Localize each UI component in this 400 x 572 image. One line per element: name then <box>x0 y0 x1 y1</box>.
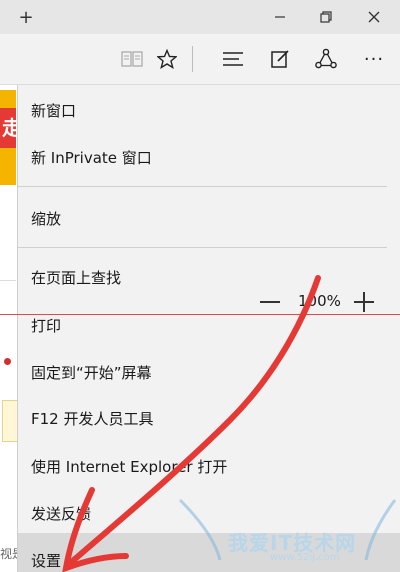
watermark-url: www.52ij.com <box>270 552 340 563</box>
hub-button[interactable] <box>213 34 253 84</box>
restore-button[interactable] <box>306 0 346 34</box>
toolbar: ··· <box>0 34 400 85</box>
reading-view-icon <box>121 51 143 67</box>
web-note-button[interactable] <box>260 34 300 84</box>
more-button[interactable]: ··· <box>354 34 394 84</box>
toolbar-divider <box>192 46 193 72</box>
new-tab-button[interactable]: + <box>6 0 46 34</box>
restore-icon <box>320 11 332 23</box>
favorite-star-icon <box>157 49 177 69</box>
more-icon: ··· <box>363 48 385 70</box>
close-button[interactable] <box>354 0 394 34</box>
menu-item-open-with-ie[interactable]: 使用 Internet Explorer 打开 <box>31 456 227 477</box>
page-banner-image[interactable]: 走 <box>0 90 16 185</box>
menu-divider <box>18 186 387 187</box>
hub-icon <box>223 52 243 66</box>
title-bar: + <box>0 0 400 34</box>
page-divider <box>0 280 16 281</box>
close-icon <box>368 11 380 23</box>
minimize-icon <box>275 16 285 18</box>
annotation-line <box>0 314 400 315</box>
zoom-out-button[interactable] <box>260 301 280 303</box>
menu-item-f12-developer-tools[interactable]: F12 开发人员工具 <box>31 408 153 429</box>
zoom-level: 100% <box>298 292 341 310</box>
zoom-in-icon <box>363 292 365 312</box>
menu-item-print[interactable]: 打印 <box>31 315 61 336</box>
banner-glyph: 走 <box>2 116 16 140</box>
menu-item-new-window[interactable]: 新窗口 <box>31 100 76 121</box>
menu-divider <box>18 247 387 248</box>
page-bullet <box>4 358 11 365</box>
minimize-button[interactable] <box>260 0 300 34</box>
plus-icon: + <box>18 6 34 28</box>
reading-view-button[interactable] <box>112 34 152 84</box>
menu-item-send-feedback[interactable]: 发送反馈 <box>31 503 91 524</box>
menu-item-pin-to-start[interactable]: 固定到“开始”屏幕 <box>31 362 152 383</box>
page-notice-box <box>2 400 18 442</box>
share-icon <box>315 48 337 69</box>
menu-item-new-inprivate-window[interactable]: 新 InPrivate 窗口 <box>31 147 152 168</box>
menu-item-settings[interactable]: 设置 <box>31 550 61 571</box>
favorite-button[interactable] <box>147 34 187 84</box>
menu-item-zoom: 缩放 <box>31 210 62 228</box>
menu-item-find-on-page[interactable]: 在页面上查找 <box>31 267 121 288</box>
share-button[interactable] <box>306 34 346 84</box>
web-note-icon <box>271 50 289 68</box>
settings-more-menu: 新窗口 新 InPrivate 窗口 缩放 100% 在页面上查找 打印 固定到… <box>17 85 400 572</box>
